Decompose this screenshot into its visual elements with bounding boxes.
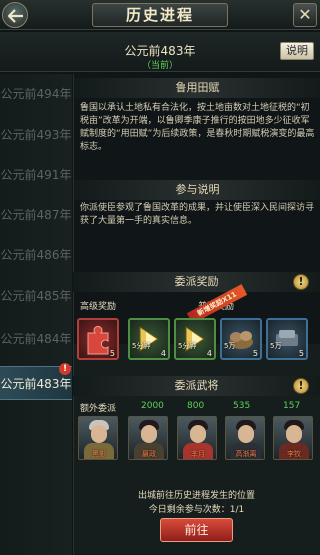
generals-title: 委派武将 [73, 376, 320, 396]
alert-badge-icon: ! [59, 363, 71, 375]
reward-item-resource[interactable]: 5万 5 [266, 318, 308, 360]
general-portrait[interactable]: 芈月 [177, 416, 217, 460]
general-portrait[interactable]: 嬴政 [128, 416, 168, 460]
item-count: 4 [206, 349, 212, 358]
general-portrait[interactable]: 黑影 [78, 416, 118, 460]
general-name: 芈月 [191, 450, 205, 458]
timeline-item[interactable]: 公元前486年 [0, 238, 72, 272]
back-arrow-icon [8, 9, 23, 23]
general-value: 2000 [141, 401, 164, 411]
general-value: 800 [187, 401, 205, 411]
back-button[interactable] [2, 2, 28, 28]
timeline-item[interactable]: 公元前491年 [0, 158, 72, 192]
event-title: 鲁用田赋 [74, 78, 320, 98]
remaining-attempts: 今日剩余参与次数：1/1 [148, 505, 245, 515]
rewards-info-icon[interactable]: ! [293, 274, 309, 290]
explain-button[interactable]: 说明 [280, 42, 314, 60]
item-count: 5 [298, 349, 304, 358]
item-tag: 5分钟 [132, 342, 151, 350]
extra-assign-label: 额外委派 [80, 404, 117, 414]
current-status-label: （当前） [141, 61, 178, 71]
top-bar: 历史进程 ✕ [0, 0, 320, 30]
participation-description: 你派使臣参观了鲁国改革的成果，并让使臣深入民间探访寻获了大量第一手的真实信息。 [80, 203, 315, 226]
go-button[interactable]: 前往 [160, 518, 233, 542]
footer-hint: 出城前往历史进程发生的位置 [137, 491, 255, 501]
item-tag: 5万 [224, 342, 236, 350]
reward-item-resource[interactable]: 5万 5 [220, 318, 262, 360]
senior-reward-label: 高级奖励 [80, 302, 117, 312]
timeline-item[interactable]: 公元前493年 [0, 118, 72, 152]
participation-title: 参与说明 [74, 180, 320, 200]
general-value: 535 [233, 401, 251, 411]
general-portrait[interactable]: 李牧 [273, 416, 313, 460]
item-count: 5 [109, 349, 115, 358]
reward-item-speedup[interactable]: 5分钟 4 [174, 318, 216, 360]
item-tag: 5分钟 [178, 342, 197, 350]
era-bar: 公元前483年 （当前） [0, 32, 320, 72]
general-name: 嬴政 [142, 450, 156, 458]
timeline-item[interactable]: 公元前485年 [0, 279, 72, 313]
timeline-item[interactable]: 公元前487年 [0, 198, 72, 232]
item-tag: 5万 [270, 342, 282, 350]
general-value: 157 [283, 401, 301, 411]
generals-info-icon[interactable]: ! [293, 378, 309, 394]
reward-item-speedup[interactable]: 5分钟 4 [128, 318, 170, 360]
close-button[interactable]: ✕ [293, 3, 317, 27]
current-era-label: 公元前483年 [124, 44, 196, 58]
general-portrait[interactable]: 高渐离 [225, 416, 265, 460]
item-count: 5 [252, 349, 258, 358]
general-name: 高渐离 [235, 450, 257, 458]
timeline-item[interactable]: 公元前484年 [0, 322, 72, 356]
event-description: 鲁国以承认土地私有合法化，按土地亩数对土地征税的“初税亩”改革为开端，以鲁卿季康… [80, 103, 315, 152]
reward-item-red-puzzle[interactable]: 5 [77, 318, 119, 360]
timeline-item[interactable]: 公元前494年 [0, 77, 72, 111]
page-title: 历史进程 [92, 3, 228, 27]
rewards-title: 委派奖励 [73, 272, 320, 292]
general-name: 李牧 [287, 450, 301, 458]
item-count: 4 [160, 349, 166, 358]
general-name: 黑影 [92, 450, 106, 458]
timeline-sidebar: 公元前494年 公元前493年 公元前491年 公元前487年 公元前486年 … [0, 74, 72, 555]
